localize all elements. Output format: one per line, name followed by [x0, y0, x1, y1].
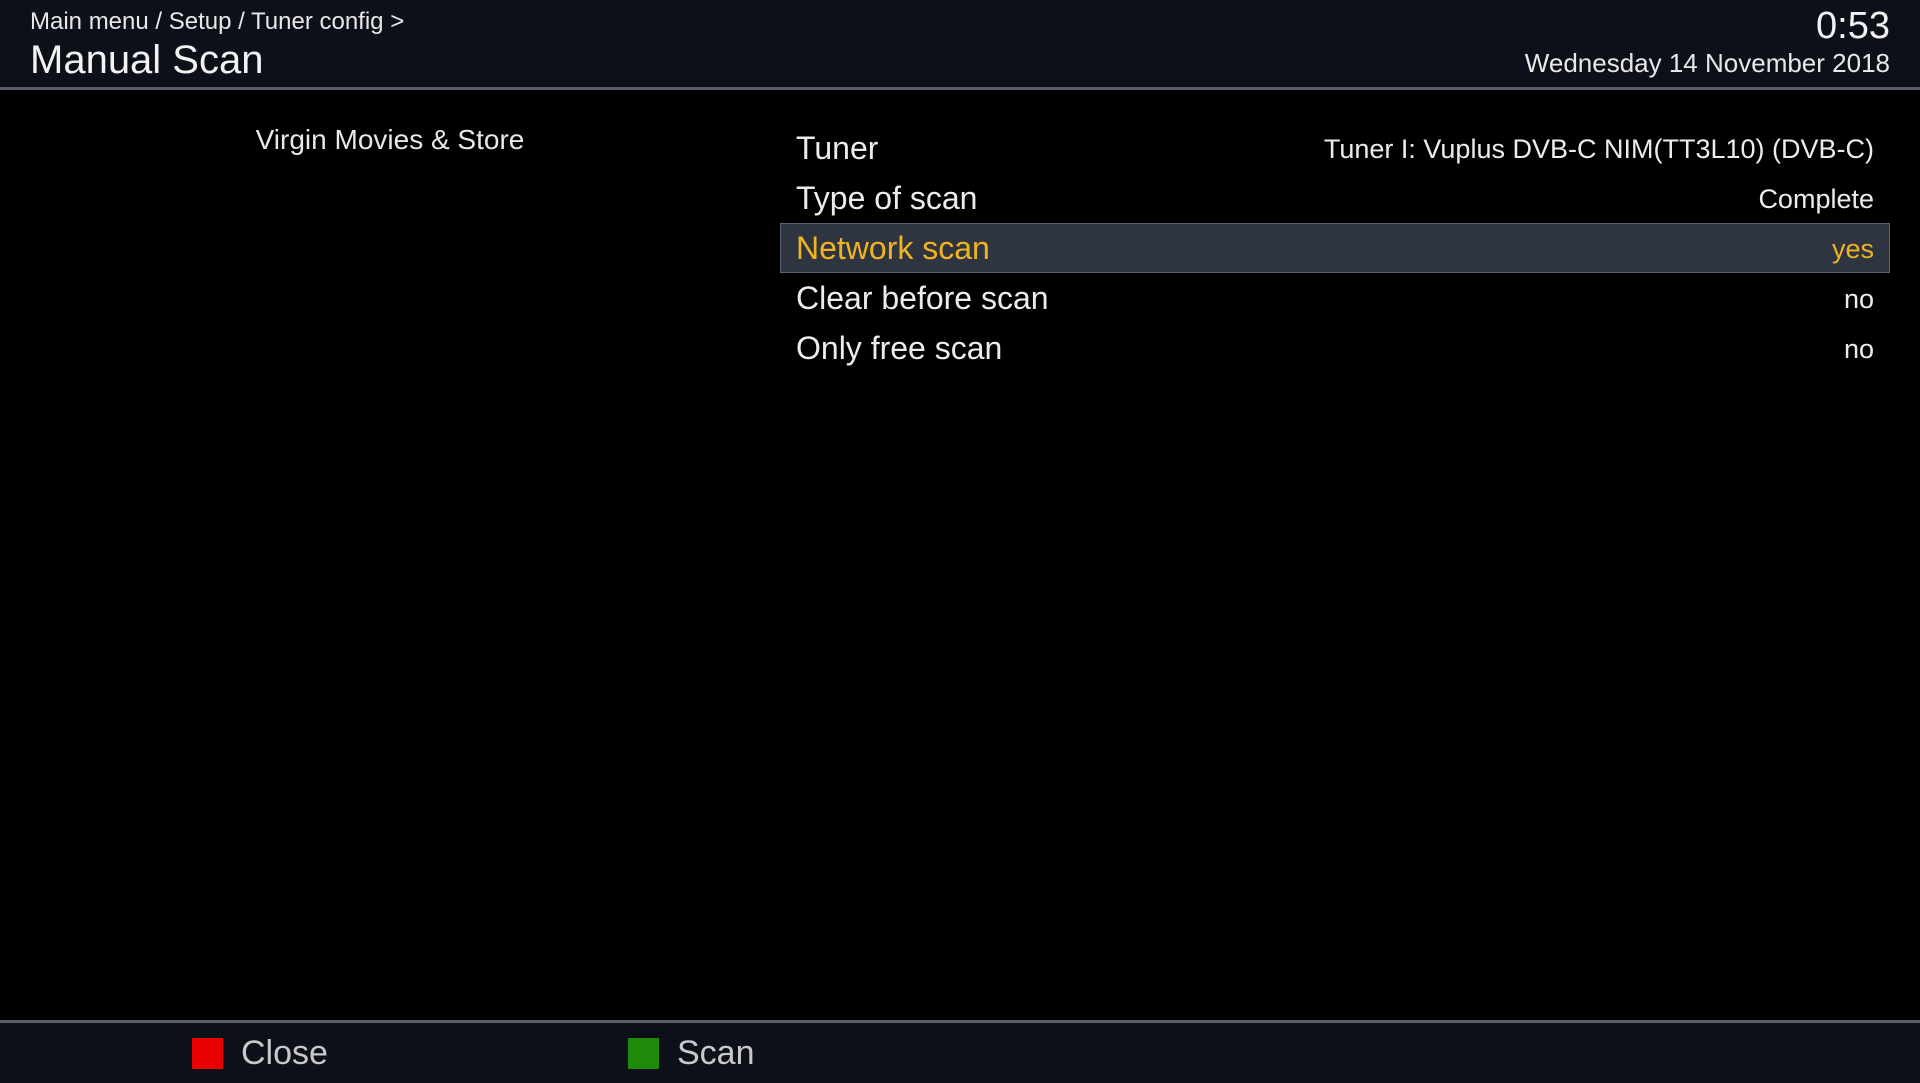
close-button[interactable]: Close	[192, 1033, 328, 1072]
config-value: yes	[1831, 234, 1874, 264]
date: Wednesday 14 November 2018	[1524, 48, 1890, 78]
config-row-only-free-scan[interactable]: Only free scan no	[780, 323, 1890, 373]
config-label: Only free scan	[796, 330, 1003, 366]
page-title: Manual Scan	[30, 38, 264, 82]
config-row-clear-before-scan[interactable]: Clear before scan no	[780, 273, 1890, 323]
header-bar: Main menu / Setup / Tuner config > Manua…	[0, 0, 1920, 90]
config-row-tuner[interactable]: Tuner Tuner I: Vuplus DVB-C NIM(TT3L10) …	[780, 123, 1890, 173]
close-button-label: Close	[241, 1033, 328, 1072]
scan-button-label: Scan	[677, 1033, 755, 1072]
clock: 0:53	[1816, 5, 1890, 47]
config-value: no	[1843, 284, 1874, 314]
breadcrumb: Main menu / Setup / Tuner config >	[30, 8, 405, 35]
footer-bar: Close Scan	[0, 1020, 1920, 1083]
config-row-type-of-scan[interactable]: Type of scan Complete	[780, 173, 1890, 223]
config-label: Tuner	[796, 130, 879, 166]
config-value: no	[1843, 334, 1874, 364]
config-value: Complete	[1758, 184, 1874, 214]
config-label: Clear before scan	[796, 280, 1049, 316]
service-name: Virgin Movies & Store	[255, 124, 525, 155]
config-list: Tuner Tuner I: Vuplus DVB-C NIM(TT3L10) …	[780, 123, 1890, 373]
red-key-icon	[192, 1037, 223, 1069]
scan-button[interactable]: Scan	[628, 1033, 755, 1072]
config-row-network-scan[interactable]: Network scan yes	[780, 223, 1890, 273]
config-value: Tuner I: Vuplus DVB-C NIM(TT3L10) (DVB-C…	[1323, 134, 1874, 164]
green-key-icon	[628, 1037, 659, 1069]
config-label: Network scan	[796, 230, 990, 266]
config-label: Type of scan	[796, 180, 978, 216]
